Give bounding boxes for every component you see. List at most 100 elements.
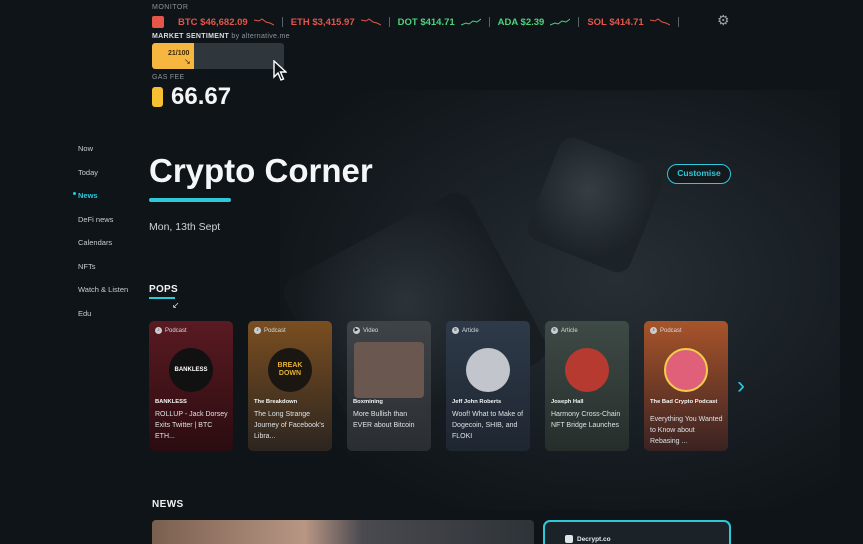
card-type: ≡ Article xyxy=(551,327,578,334)
gas-icon xyxy=(152,87,163,107)
sidebar-item-news[interactable]: News xyxy=(73,191,128,215)
ticker-price: ETH $3,415.97 xyxy=(290,16,355,28)
settings-gear-icon[interactable]: ⚙ xyxy=(717,13,731,27)
pop-card[interactable]: ♪ Podcast The Bad Crypto Podcast Everything… xyxy=(644,321,728,451)
sidebar-item-now[interactable]: Now xyxy=(78,144,128,168)
card-type: ♪ Podcast xyxy=(155,327,187,334)
card-thumbnail xyxy=(347,339,431,401)
pop-card[interactable]: ♪ Podcast BANKLESS BANKLESS ROLLUP - Jack Do… xyxy=(149,321,233,451)
card-artwork xyxy=(466,348,510,392)
pops-underline xyxy=(149,297,175,299)
card-title: ROLLUP - Jack Dorsey Exits Twitter | BTC… xyxy=(155,411,228,440)
sidebar-item-label: Today xyxy=(78,167,99,177)
arrow-down-right-icon: ↘ xyxy=(184,57,191,66)
chevron-right-icon[interactable]: › xyxy=(737,372,753,400)
sparkline-icon xyxy=(550,18,571,26)
card-thumbnail xyxy=(644,339,728,401)
active-indicator xyxy=(73,192,76,195)
video-icon: ▶ xyxy=(353,327,360,334)
card-type: ▶ Video xyxy=(353,327,378,334)
sidebar-item-label: Calendars xyxy=(78,238,113,247)
gas-fee-value: 66.67 xyxy=(171,83,232,110)
card-type: ♪ Podcast xyxy=(650,327,682,334)
page-title: Crypto Corner xyxy=(149,152,373,189)
price-ticker: MONITOR BTC $46,682.09 ETH $3,415.97 DOT $… xyxy=(152,4,679,29)
gas-fee-label: GAS FEE xyxy=(152,74,185,81)
sparkline-icon xyxy=(649,18,670,26)
ticker-item[interactable]: BTC $46,682.09 xyxy=(178,17,274,28)
gas-fee: GAS FEE 66.67 xyxy=(152,74,231,111)
pop-card[interactable]: ♪ Podcast BREAK DOWN The Breakdown The Long … xyxy=(248,321,332,451)
card-type: ♪ Podcast xyxy=(254,327,286,334)
pop-card[interactable]: ≡ Article Jeff John Roberts Woof! What to M… xyxy=(446,321,530,451)
sentiment-bar: 21/100 ↘ xyxy=(152,43,284,69)
sidebar-item-edu[interactable]: Edu xyxy=(78,309,128,333)
ticker-item[interactable]: SOL $414.71 xyxy=(587,17,670,28)
card-thumbnail: BREAK DOWN xyxy=(248,339,332,401)
sidebar-nav: Now Today News DeFi news Calendars NFTs Watch … xyxy=(73,144,128,333)
card-source: The Breakdown xyxy=(254,399,298,405)
news-image[interactable] xyxy=(152,520,534,544)
sentiment-value: 21/100 xyxy=(168,50,190,57)
card-thumbnail xyxy=(446,339,530,401)
card-source: BANKLESS xyxy=(155,399,187,405)
card-title: More Bullish than EVER about Bitcoin xyxy=(353,411,415,429)
ticker-item[interactable]: ADA $2.39 xyxy=(498,17,571,28)
podcast-icon: ♪ xyxy=(254,327,261,334)
card-type-label: Podcast xyxy=(660,327,682,334)
news-heading: NEWS xyxy=(152,499,184,510)
card-artwork: BANKLESS xyxy=(169,348,213,392)
sidebar-item-nfts[interactable]: NFTs xyxy=(78,262,128,286)
monitor-label: MONITOR xyxy=(152,4,189,11)
sidebar-item-today[interactable]: Today xyxy=(78,168,128,192)
ticker-divider xyxy=(488,17,490,27)
arrow-down-left-icon: ↙ xyxy=(172,300,180,310)
card-source: Joseph Hall xyxy=(551,399,584,405)
sidebar-item-label: Now xyxy=(78,144,94,153)
article-icon: ≡ xyxy=(551,327,558,334)
card-title: Everything You Wanted to Know about Reba… xyxy=(650,416,723,445)
card-title: Harmony Cross-Chain NFT Bridge Launches xyxy=(551,411,621,429)
ticker-item[interactable]: DOT $414.71 xyxy=(398,17,481,28)
ticker-divider xyxy=(388,17,390,27)
news-card[interactable]: Decrypt.co xyxy=(543,520,731,544)
sidebar-item-label: NFTs xyxy=(78,261,96,271)
ticker-item[interactable]: ETH $3,415.97 xyxy=(291,17,381,28)
card-title: The Long Strange Journey of Facebook's L… xyxy=(254,411,325,440)
card-type-label: Video xyxy=(363,327,379,334)
ticker-row: BTC $46,682.09 ETH $3,415.97 DOT $414.71 AD… xyxy=(152,15,679,29)
pop-card[interactable]: ≡ Article Joseph Hall Harmony Cross-Chain N… xyxy=(545,321,629,451)
card-artwork xyxy=(664,348,708,392)
card-type-label: Podcast xyxy=(165,327,187,334)
card-source: The Bad Crypto Podcast xyxy=(650,399,718,405)
card-type: ≡ Article xyxy=(452,327,479,334)
card-artwork xyxy=(565,348,609,392)
market-sentiment: MARKET SENTIMENT by alternative.me 21/10… xyxy=(152,33,290,69)
decrypt-logo-icon xyxy=(565,535,573,543)
card-thumbnail: BANKLESS xyxy=(149,339,233,401)
sparkline-icon xyxy=(360,18,381,26)
sentiment-label: MARKET SENTIMENT by alternative.me xyxy=(152,33,290,40)
ticker-price: BTC $46,682.09 xyxy=(178,16,248,28)
sidebar-item-watch-listen[interactable]: Watch & Listen xyxy=(78,285,128,309)
sidebar-item-label: News xyxy=(78,191,98,200)
ticker-price: DOT $414.71 xyxy=(397,16,455,28)
sidebar-item-label: Watch & Listen xyxy=(78,285,129,294)
ticker-divider xyxy=(677,17,679,27)
sparkline-icon xyxy=(253,18,274,26)
sidebar-item-defi-news[interactable]: DeFi news xyxy=(78,215,128,239)
page-date: Mon, 13th Sept xyxy=(149,221,221,233)
pop-card[interactable]: ▶ Video Boxmining More Bullish than EVER ab… xyxy=(347,321,431,451)
sidebar-item-calendars[interactable]: Calendars xyxy=(78,238,128,262)
card-artwork: BREAK DOWN xyxy=(268,348,312,392)
card-artwork xyxy=(354,342,424,398)
card-thumbnail xyxy=(545,339,629,401)
sparkline-icon xyxy=(460,18,481,26)
card-type-label: Podcast xyxy=(264,327,286,334)
ticker-divider xyxy=(578,17,580,27)
sidebar-item-label: DeFi news xyxy=(78,214,114,224)
news-source: Decrypt.co xyxy=(577,535,611,543)
customise-button[interactable]: Customise xyxy=(667,164,731,184)
article-icon: ≡ xyxy=(452,327,459,334)
card-source: Jeff John Roberts xyxy=(452,399,502,405)
